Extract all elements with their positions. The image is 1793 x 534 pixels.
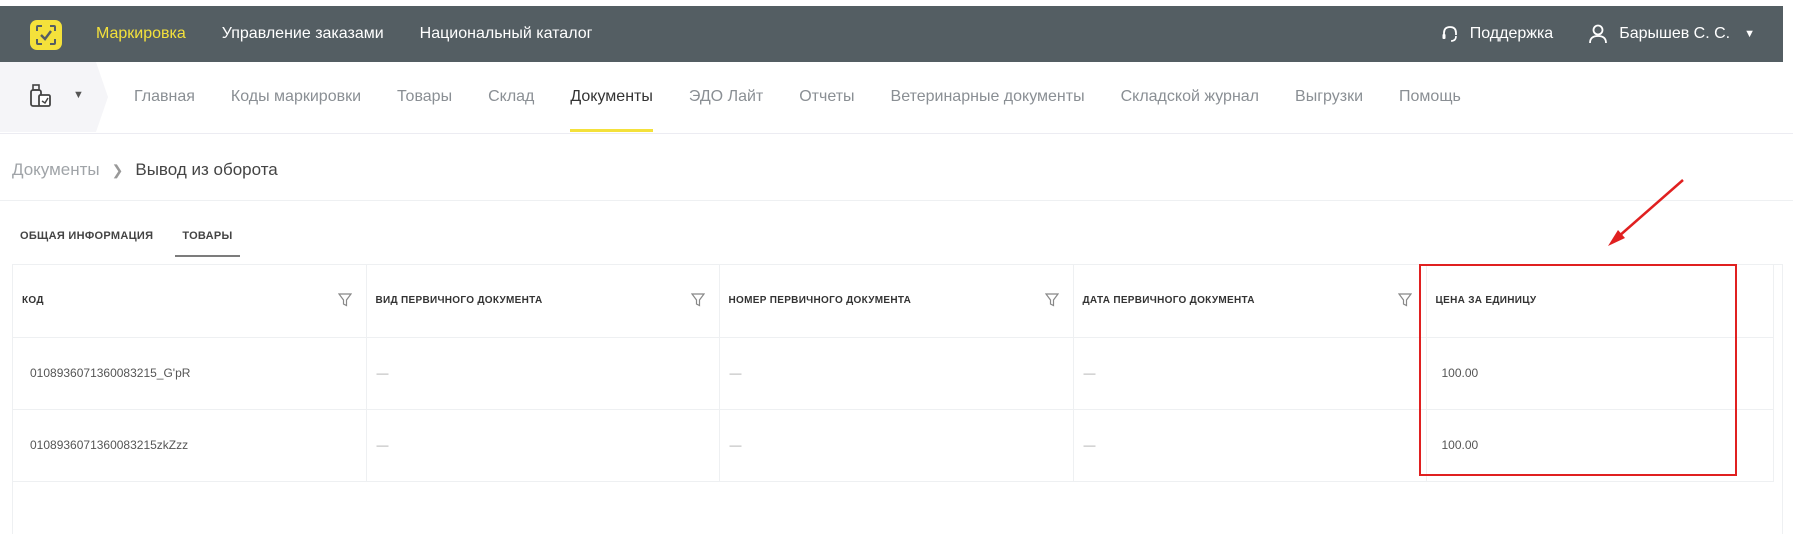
cell-doc-number: — [719, 409, 1074, 482]
column-header-label: НОМЕР ПЕРВИЧНОГО ДОКУМЕНТА [728, 295, 912, 307]
support-label: Поддержка [1469, 25, 1554, 42]
subnav-item-exports[interactable]: Выгрузки [1295, 88, 1363, 106]
column-header-doc-date: ДАТА ПЕРВИЧНОГО ДОКУМЕНТА [1073, 265, 1427, 338]
breadcrumb-parent[interactable]: Документы [12, 160, 100, 180]
top-navbar: Маркировка Управление заказами Националь… [0, 6, 1783, 62]
subnav-item-vet-docs[interactable]: Ветеринарные документы [891, 88, 1085, 106]
filter-icon[interactable] [690, 293, 705, 307]
headset-icon [1442, 26, 1457, 42]
tab-goods[interactable]: ТОВАРЫ [175, 226, 240, 257]
column-header-doc-type: ВИД ПЕРВИЧНОГО ДОКУМЕНТА [366, 265, 720, 338]
user-icon [1589, 24, 1608, 44]
subnav-item-journal[interactable]: Складской журнал [1121, 88, 1259, 106]
chevron-right-icon: ❯ [111, 161, 124, 178]
subnav-item-warehouse[interactable]: Склад [488, 88, 534, 106]
subnav-item-edo[interactable]: ЭДО Лайт [689, 88, 763, 106]
tab-general-info[interactable]: ОБЩАЯ ИНФОРМАЦИЯ [20, 226, 153, 257]
cell-doc-type: — [366, 337, 720, 410]
annotation-highlight-box [1419, 264, 1737, 476]
cell-code: 0108936071360083215_G'pR [13, 337, 367, 410]
filter-icon[interactable] [1044, 293, 1059, 307]
top-right-menu: Поддержка Барышев С. С. ▼ [1440, 6, 1755, 62]
filter-icon[interactable] [337, 293, 352, 307]
page: Маркировка Управление заказами Националь… [0, 0, 1793, 534]
cell-doc-date: — [1073, 409, 1427, 482]
column-header-label: ДАТА ПЕРВИЧНОГО ДОКУМЕНТА [1082, 295, 1255, 307]
topnav-item-catalog[interactable]: Национальный каталог [420, 25, 593, 43]
subnav-item-documents[interactable]: Документы [570, 88, 654, 132]
chevron-down-icon: ▼ [73, 89, 84, 101]
chevron-down-icon: ▼ [1744, 28, 1755, 40]
user-menu[interactable]: Барышев С. С. ▼ [1587, 23, 1755, 45]
app-logo-icon[interactable] [30, 20, 62, 50]
document-tabs: ОБЩАЯ ИНФОРМАЦИЯ ТОВАРЫ [20, 226, 262, 257]
cell-doc-date: — [1073, 337, 1427, 410]
product-group-selector[interactable]: ▼ [0, 62, 108, 132]
top-nav: Маркировка Управление заказами Националь… [96, 6, 592, 62]
column-header-doc-number: НОМЕР ПЕРВИЧНОГО ДОКУМЕНТА [719, 265, 1074, 338]
support-link[interactable]: Поддержка [1440, 24, 1553, 44]
subnav-item-reports[interactable]: Отчеты [799, 88, 854, 106]
divider [0, 200, 1793, 201]
topnav-item-orders[interactable]: Управление заказами [222, 25, 384, 43]
subnav-item-codes[interactable]: Коды маркировки [231, 88, 361, 106]
subnav-item-home[interactable]: Главная [134, 88, 195, 106]
product-group-icon [30, 84, 51, 107]
user-name: Барышев С. С. [1619, 25, 1731, 42]
subnav-item-goods[interactable]: Товары [397, 88, 452, 106]
breadcrumb: Документы ❯ Вывод из оборота [12, 160, 278, 180]
column-header-label: ВИД ПЕРВИЧНОГО ДОКУМЕНТА [375, 295, 543, 307]
cell-code: 0108936071360083215zkZzz [13, 409, 367, 482]
filter-icon[interactable] [1397, 293, 1412, 307]
subnav-item-help[interactable]: Помощь [1399, 88, 1461, 106]
cell-doc-number: — [719, 337, 1074, 410]
scan-check-icon [36, 25, 56, 45]
cell-doc-type: — [366, 409, 720, 482]
section-nav: Главная Коды маркировки Товары Склад Док… [134, 62, 1461, 132]
topnav-item-markirovka[interactable]: Маркировка [96, 25, 186, 43]
sub-navbar: ▼ Главная Коды маркировки Товары Склад Д… [0, 62, 1793, 134]
column-header-label: КОД [22, 295, 44, 307]
column-header-code: КОД [13, 265, 367, 338]
breadcrumb-current: Вывод из оборота [135, 160, 278, 179]
